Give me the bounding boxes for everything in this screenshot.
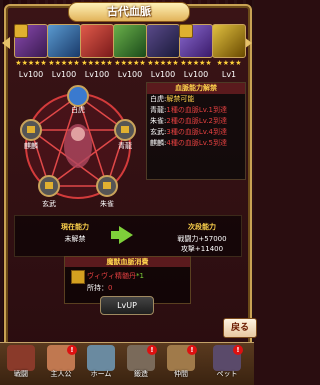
node-label-bottom-right: 朱雀 bbox=[100, 199, 114, 208]
portrait-slot[interactable]: ★★★★★ Lv100 bbox=[179, 24, 213, 80]
star-rating: ★★★★★ bbox=[147, 59, 179, 67]
info-value: 4種の血脈Lv.5到達 bbox=[166, 139, 227, 147]
unlock-info-panel: 血脈能力解禁 白虎:解禁可能 青龍:1種の血脈Lv.1到達 朱雀:2種の血脈Lv… bbox=[146, 82, 246, 180]
info-value: 3種の血脈Lv.4到達 bbox=[166, 128, 227, 136]
portrait-image bbox=[146, 24, 180, 58]
info-row: 白虎:解禁可能 bbox=[147, 94, 245, 105]
arrow-right-icon bbox=[119, 226, 133, 244]
stats-panel: 現在能力 未解禁 次段能力 戦闘力+57000 攻撃+11400 bbox=[14, 215, 242, 257]
portrait-list: ★★★★★ Lv100 ★★★★★ Lv100 ★★★★★ Lv100 ★★★★… bbox=[10, 24, 246, 82]
tab-pet[interactable]: ! ペット bbox=[210, 345, 244, 383]
portrait-image bbox=[113, 24, 147, 58]
next-stats-label: 次段能力 bbox=[188, 223, 216, 231]
node-label-bottom-left: 玄武 bbox=[42, 199, 56, 208]
alert-badge: ! bbox=[147, 345, 157, 355]
next-stats-line2: 攻撃+11400 bbox=[180, 245, 224, 253]
material-title: 魔獣血脈消費 bbox=[65, 257, 190, 267]
star-rating: ★★★★★ bbox=[114, 59, 146, 67]
lock-icon bbox=[179, 24, 193, 38]
lvup-button[interactable]: LvUP bbox=[100, 296, 154, 315]
portrait-level: Lv100 bbox=[150, 70, 176, 79]
portrait-level: Lv1 bbox=[221, 70, 237, 79]
info-row: 麒麟:4種の血脈Lv.5到達 bbox=[147, 138, 245, 149]
next-stats-line1: 戦闘力+57000 bbox=[177, 235, 227, 243]
tab-label: 戦闘 bbox=[14, 370, 28, 378]
tab-hero[interactable]: ! 主人公 bbox=[44, 345, 78, 383]
arrow-shaft bbox=[111, 231, 121, 239]
tab-label: ペット bbox=[216, 370, 238, 378]
portrait-level: Lv100 bbox=[51, 70, 77, 79]
page-title: 古代血脈 bbox=[68, 2, 190, 22]
portrait-level: Lv100 bbox=[183, 70, 209, 79]
star-rating: ★★★★★ bbox=[48, 59, 80, 67]
home-icon bbox=[87, 345, 115, 371]
sword-icon bbox=[7, 345, 35, 371]
info-row: 朱雀:2種の血脈Lv.2到達 bbox=[147, 116, 245, 127]
tab-forge[interactable]: ! 鍛造 bbox=[124, 345, 158, 383]
info-value: 解禁可能 bbox=[166, 95, 195, 103]
info-value: 2種の血脈Lv.2到達 bbox=[166, 117, 227, 125]
star-rating: ★★★★ bbox=[216, 59, 242, 67]
bloodline-circle: 白虎 麒麟 青龍 玄武 朱雀 bbox=[8, 82, 148, 210]
portrait-level: Lv100 bbox=[18, 70, 44, 79]
current-stats-value: 未解禁 bbox=[64, 235, 86, 243]
tab-label: 仲間 bbox=[174, 370, 188, 378]
info-key: 白虎: bbox=[150, 95, 167, 103]
item-name: ヴィヴィ精髄丹*1 bbox=[87, 272, 144, 280]
portrait-slot[interactable]: ★★★★★ Lv100 bbox=[14, 24, 48, 80]
back-button[interactable]: 戻る bbox=[223, 318, 257, 338]
portrait-level: Lv100 bbox=[84, 70, 110, 79]
scroll-left-icon[interactable] bbox=[2, 37, 10, 49]
portrait-slot[interactable]: ★★★★★ Lv100 bbox=[146, 24, 180, 80]
current-stats-label: 現在能力 bbox=[61, 223, 89, 231]
info-row: 玄武:3種の血脈Lv.4到達 bbox=[147, 127, 245, 138]
star-rating: ★★★★★ bbox=[15, 59, 47, 67]
info-key: 青龍: bbox=[150, 106, 167, 114]
star-rating: ★★★★★ bbox=[180, 59, 212, 67]
alert-badge: ! bbox=[233, 345, 243, 355]
next-stats: 次段能力 戦闘力+57000 攻撃+11400 bbox=[157, 222, 247, 254]
node-label-left: 麒麟 bbox=[24, 141, 38, 150]
alert-badge: ! bbox=[187, 345, 197, 355]
bottom-tab-bar: 戦闘 ! 主人公 ホーム ! 鍛造 ! 仲間 ! ペット bbox=[0, 342, 254, 385]
portrait-slot[interactable]: ★★★★★ Lv100 bbox=[113, 24, 147, 80]
tab-battle[interactable]: 戦闘 bbox=[4, 345, 38, 383]
node-label-top: 白虎 bbox=[71, 105, 85, 114]
node-label-right: 青龍 bbox=[118, 141, 132, 150]
tab-label: ホーム bbox=[90, 370, 112, 378]
info-key: 玄武: bbox=[150, 128, 167, 136]
portrait-image bbox=[80, 24, 114, 58]
tab-label: 鍛造 bbox=[134, 370, 148, 378]
portrait-image bbox=[47, 24, 81, 58]
lock-icon bbox=[14, 24, 28, 38]
owned-count: 所持：0 bbox=[87, 284, 113, 292]
info-row: 青龍:1種の血脈Lv.1到達 bbox=[147, 105, 245, 116]
info-key: 朱雀: bbox=[150, 117, 167, 125]
portrait-slot[interactable]: ★★★★ Lv1 bbox=[212, 24, 246, 80]
portrait-slot[interactable]: ★★★★★ Lv100 bbox=[80, 24, 114, 80]
portrait-slot[interactable]: ★★★★★ Lv100 bbox=[47, 24, 81, 80]
portrait-image bbox=[212, 24, 246, 58]
info-value: 1種の血脈Lv.1到達 bbox=[166, 106, 227, 114]
current-stats: 現在能力 未解禁 bbox=[35, 222, 115, 244]
star-rating: ★★★★★ bbox=[81, 59, 113, 67]
tab-home[interactable]: ホーム bbox=[84, 345, 118, 383]
item-icon[interactable] bbox=[71, 270, 85, 284]
tab-label: 主人公 bbox=[50, 370, 72, 378]
info-panel-title: 血脈能力解禁 bbox=[147, 83, 245, 94]
pentagram-diagram: 白虎 麒麟 青龍 玄武 朱雀 bbox=[20, 85, 136, 208]
tab-allies[interactable]: ! 仲間 bbox=[164, 345, 198, 383]
info-key: 麒麟: bbox=[150, 139, 167, 147]
alert-badge: ! bbox=[67, 345, 77, 355]
portrait-level: Lv100 bbox=[117, 70, 143, 79]
